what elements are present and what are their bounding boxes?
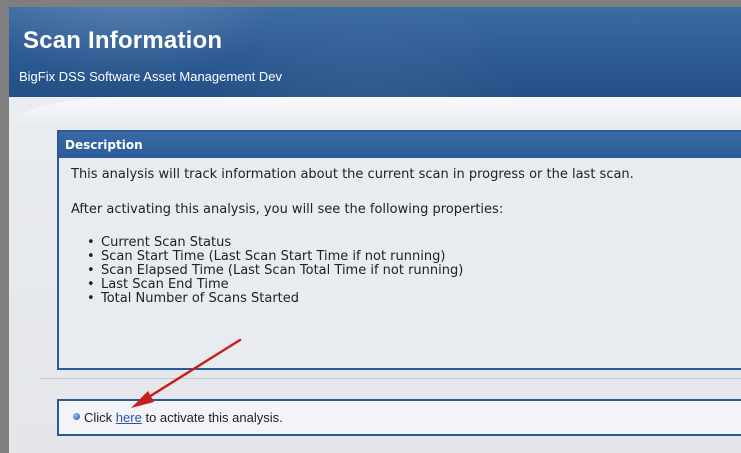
description-intro: This analysis will track information abo… bbox=[71, 167, 634, 182]
description-panel: Description This analysis will track inf… bbox=[57, 130, 741, 370]
page-title: Scan Information bbox=[23, 27, 223, 54]
description-heading: Description bbox=[59, 132, 741, 158]
activate-analysis-link[interactable]: here bbox=[116, 410, 142, 425]
blue-dot-icon bbox=[73, 413, 80, 420]
description-body: This analysis will track information abo… bbox=[59, 158, 741, 306]
page-header: Scan Information BigFix DSS Software Ass… bbox=[9, 7, 741, 97]
action-panel: Click here to activate this analysis. bbox=[57, 399, 741, 436]
action-prefix: Click bbox=[84, 410, 113, 425]
site-name: BigFix DSS Software Asset Management Dev bbox=[19, 69, 283, 84]
property-item: Current Scan Status bbox=[87, 236, 741, 251]
section-divider bbox=[40, 378, 741, 379]
property-item: Total Number of Scans Started bbox=[87, 292, 741, 307]
header-curve bbox=[9, 97, 741, 127]
property-item: Last Scan End Time bbox=[87, 278, 741, 293]
property-item: Scan Elapsed Time (Last Scan Total Time … bbox=[87, 264, 741, 279]
action-suffix: to activate this analysis. bbox=[145, 410, 283, 425]
action-row: Click here to activate this analysis. bbox=[73, 410, 283, 425]
description-after: After activating this analysis, you will… bbox=[71, 202, 504, 217]
property-item: Scan Start Time (Last Scan Start Time if… bbox=[87, 250, 741, 265]
property-list: Current Scan Status Scan Start Time (Las… bbox=[71, 236, 741, 307]
